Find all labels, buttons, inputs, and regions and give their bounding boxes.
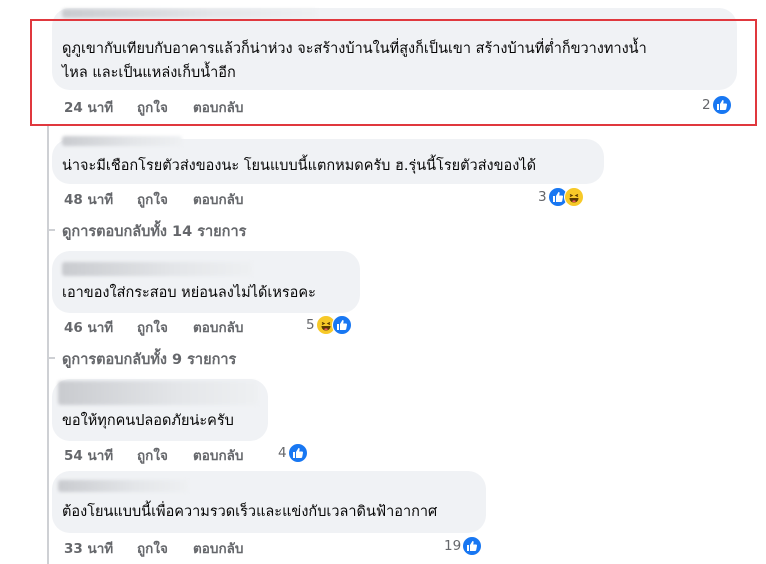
reaction-summary[interactable]: 19 <box>444 535 483 557</box>
blurred-author-name <box>62 136 182 146</box>
like-button[interactable]: ถูกใจ <box>137 316 168 338</box>
comment-text: เอาของใส่กระสอบ หย่อนลงไม่ได้เหรอคะ <box>62 285 316 301</box>
reply-button[interactable]: ตอบกลับ <box>193 316 243 338</box>
thread-branch <box>47 357 55 359</box>
like-button[interactable]: ถูกใจ <box>137 444 168 466</box>
like-icon <box>287 443 308 463</box>
thread-branch <box>47 229 55 231</box>
reaction-summary[interactable]: 5 <box>306 314 352 336</box>
reaction-count: 5 <box>306 317 315 333</box>
like-button[interactable]: ถูกใจ <box>137 188 168 210</box>
blurred-author-name <box>62 9 317 18</box>
reaction-summary[interactable]: 4 <box>278 442 308 464</box>
haha-icon <box>563 187 584 207</box>
reaction-count: 3 <box>538 189 547 205</box>
reply-button[interactable]: ตอบกลับ <box>193 188 243 210</box>
reaction-count: 19 <box>444 538 462 554</box>
like-button[interactable]: ถูกใจ <box>137 537 168 559</box>
comment-time[interactable]: 33 นาที <box>64 537 113 559</box>
view-replies-link[interactable]: ดูการตอบกลับทั้ง 9 รายการ <box>62 348 236 371</box>
comment-text: น่าจะมีเชือกโรยตัวส่งของนะ โยนแบบนี้แตกห… <box>62 158 537 174</box>
view-replies-link[interactable]: ดูการตอบกลับทั้ง 14 รายการ <box>62 220 246 243</box>
reply-button[interactable]: ตอบกลับ <box>193 444 243 466</box>
comment-time[interactable]: 46 นาที <box>64 316 113 338</box>
reaction-summary[interactable]: 3 <box>538 186 584 208</box>
comment-text: ต้องโยนแบบนี้เพื่อความรวดเร็วและแข่งกับเ… <box>62 504 438 520</box>
comment-time[interactable]: 48 นาที <box>64 188 113 210</box>
blurred-author-name <box>58 480 188 492</box>
blurred-author-name <box>58 381 258 405</box>
reply-thread-line <box>47 126 49 564</box>
comment-time[interactable]: 54 นาที <box>64 444 113 466</box>
reply-button[interactable]: ตอบกลับ <box>193 537 243 559</box>
highlight-box <box>30 19 757 126</box>
reaction-count: 4 <box>278 445 287 461</box>
like-icon <box>462 536 483 556</box>
like-icon <box>331 315 352 335</box>
comment-text: ขอให้ทุกคนปลอดภัยน่ะครับ <box>62 413 234 429</box>
blurred-author-name <box>62 262 252 276</box>
